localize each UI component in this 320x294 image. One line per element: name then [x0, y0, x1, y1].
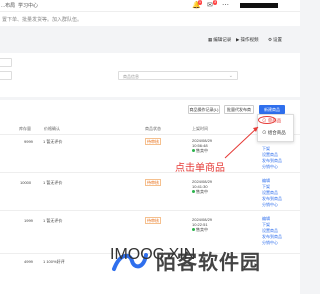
watermark-subtitle: IMOOC.XIN	[110, 246, 196, 263]
annotation-text: 点击单商品	[175, 163, 225, 174]
